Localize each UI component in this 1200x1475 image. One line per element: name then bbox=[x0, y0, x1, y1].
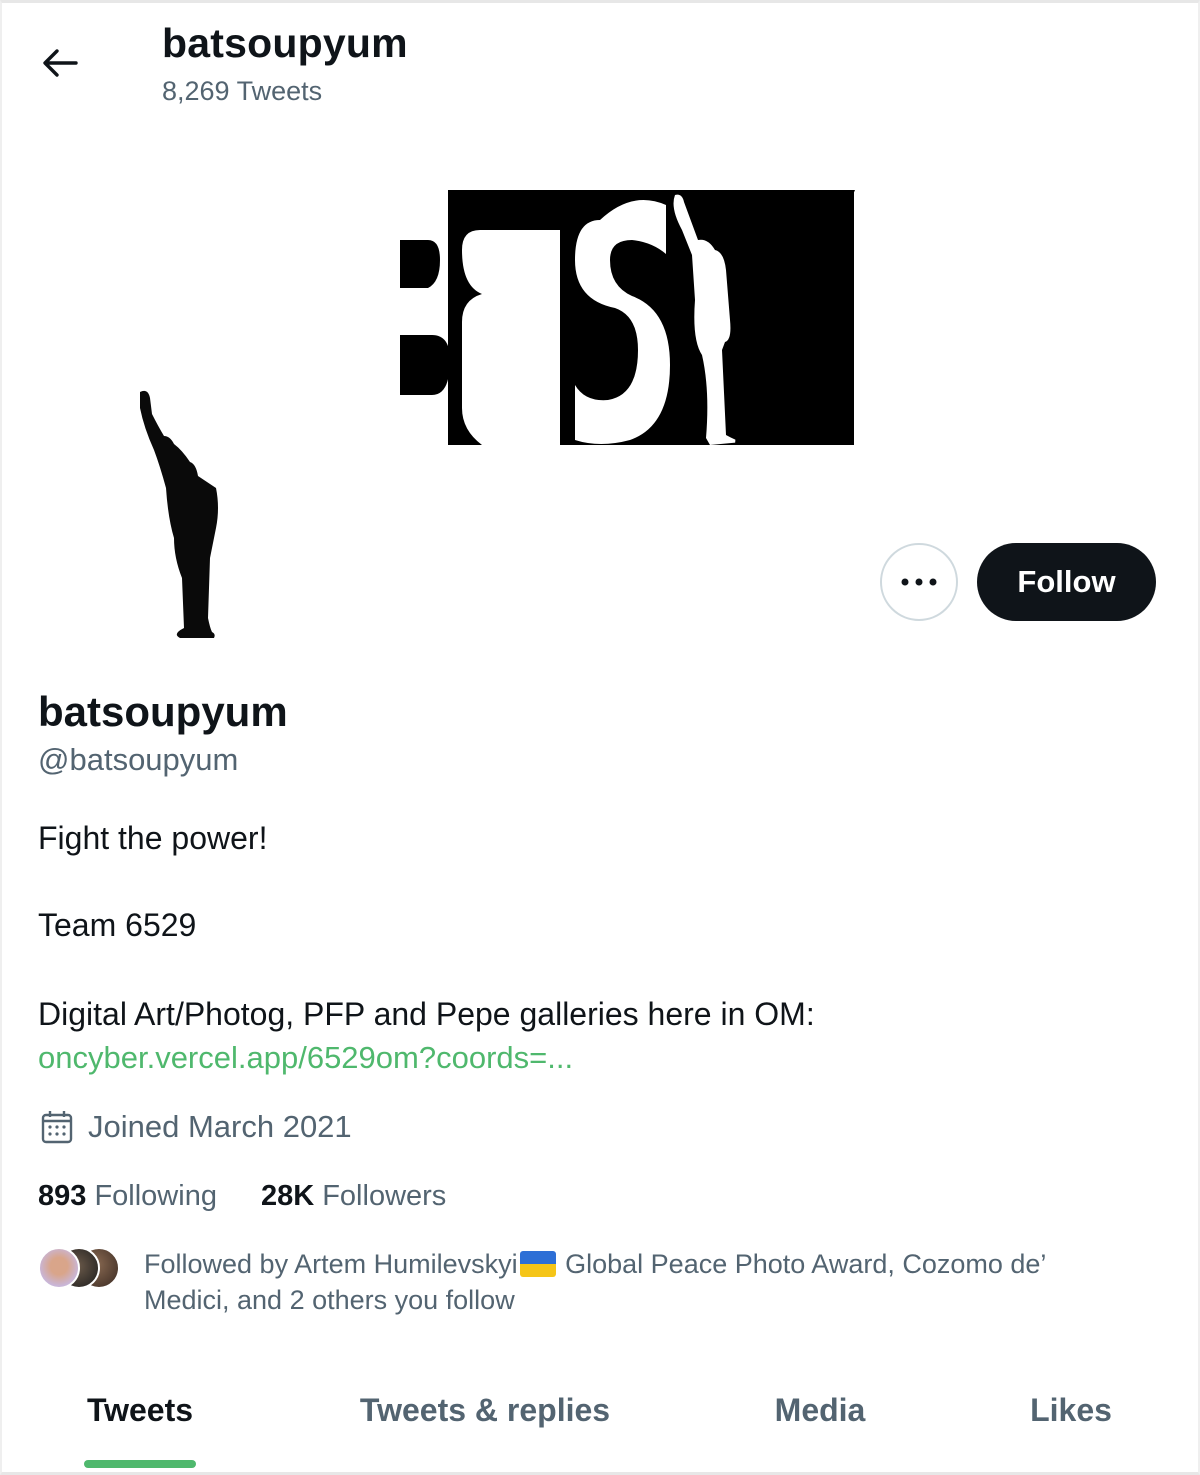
tab-label: Tweets bbox=[86, 1392, 194, 1428]
profile-tabs: Tweets Tweets & replies Media Likes bbox=[0, 1370, 1200, 1470]
tab-tweets[interactable]: Tweets bbox=[0, 1370, 280, 1470]
tab-media[interactable]: Media bbox=[690, 1370, 950, 1470]
followed-by-avatars[interactable] bbox=[38, 1247, 120, 1289]
ukraine-flag-icon bbox=[519, 1251, 556, 1277]
profile-banner[interactable] bbox=[370, 190, 860, 445]
following-label: Following bbox=[94, 1180, 217, 1212]
followers-label: Followers bbox=[322, 1180, 447, 1212]
bio-line-3: Digital Art/Photog, PFP and Pepe galleri… bbox=[38, 996, 815, 1032]
tweet-count: 8,269 Tweets bbox=[162, 76, 323, 106]
followed-by-text-part1: Followed by Artem Humilevskyi bbox=[144, 1249, 518, 1279]
tab-likes[interactable]: Likes bbox=[950, 1370, 1192, 1470]
profile-header: batsoupyum 8,269 Tweets bbox=[0, 0, 1200, 130]
follow-button[interactable]: Follow bbox=[977, 543, 1156, 621]
arrow-left-icon bbox=[43, 49, 78, 77]
followed-by: Followed by Artem Humilevskyi Global Pea… bbox=[38, 1244, 1138, 1324]
more-options-button[interactable] bbox=[880, 543, 958, 621]
followers-count: 28K bbox=[260, 1180, 315, 1212]
tab-label: Likes bbox=[1030, 1392, 1112, 1428]
display-name: batsoupyum bbox=[38, 688, 288, 735]
follow-stats: 893 Following 28K Followers bbox=[38, 1180, 446, 1213]
bio-line-1: Fight the power! bbox=[38, 820, 268, 856]
bio-line-2: Team 6529 bbox=[38, 907, 197, 943]
tab-label: Tweets & replies bbox=[359, 1392, 611, 1428]
back-button[interactable] bbox=[30, 38, 90, 88]
tab-tweets-and-replies[interactable]: Tweets & replies bbox=[280, 1370, 690, 1470]
joined-label: Joined March 2021 bbox=[88, 1109, 352, 1144]
joined-date: Joined March 2021 bbox=[38, 1108, 352, 1146]
header-title: batsoupyum bbox=[162, 20, 408, 66]
more-icon bbox=[901, 578, 937, 586]
tab-label: Media bbox=[774, 1392, 866, 1428]
followed-by-text[interactable]: Followed by Artem Humilevskyi Global Pea… bbox=[144, 1246, 1104, 1318]
avatar bbox=[38, 1247, 80, 1289]
following-count: 893 bbox=[38, 1180, 87, 1212]
calendar-icon bbox=[41, 1111, 73, 1144]
user-handle: @batsoupyum bbox=[38, 742, 239, 777]
bio-link[interactable]: oncyber.vercel.app/6529om?coords=... bbox=[38, 1040, 573, 1076]
following-stat[interactable]: 893 Following bbox=[38, 1180, 217, 1213]
active-tab-indicator bbox=[84, 1460, 196, 1468]
profile-avatar[interactable] bbox=[40, 378, 315, 653]
followers-stat[interactable]: 28K Followers bbox=[261, 1180, 446, 1213]
